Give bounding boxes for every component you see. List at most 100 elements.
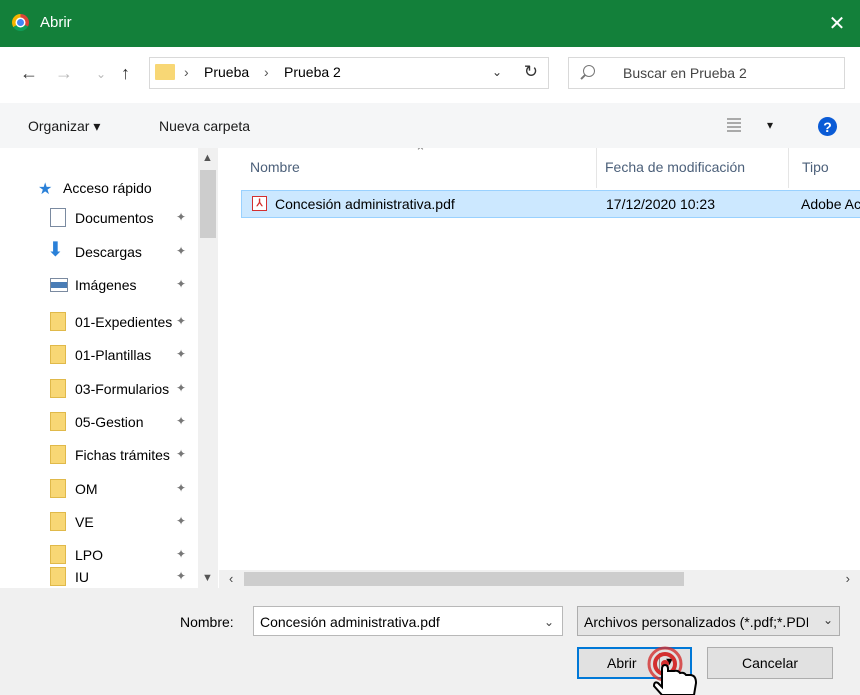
- file-row[interactable]: ⅄ Concesión administrativa.pdf 17/12/202…: [241, 190, 860, 218]
- sidebar-item-label: Fichas trámites: [75, 447, 170, 463]
- pin-icon: ✦: [176, 347, 187, 361]
- download-icon: ⬇: [47, 239, 64, 261]
- address-bar[interactable]: › Prueba › Prueba 2 ⌄ ↻: [149, 57, 549, 89]
- file-name-input[interactable]: Concesión administrativa.pdf ⌄: [253, 606, 563, 636]
- search-placeholder: Buscar en Prueba 2: [623, 65, 747, 81]
- recent-locations-button[interactable]: ⌄: [96, 67, 106, 81]
- hand-cursor-icon: [647, 646, 698, 695]
- pin-icon: ✦: [176, 481, 187, 495]
- pdf-icon: ⅄: [252, 196, 267, 211]
- close-button[interactable]: ✕: [814, 0, 860, 47]
- pin-icon: ✦: [176, 569, 187, 583]
- open-button-label: Abrir: [607, 655, 637, 671]
- help-button[interactable]: ?: [818, 117, 837, 136]
- scroll-left-icon[interactable]: ‹: [229, 571, 233, 586]
- sidebar-item-label: 01-Plantillas: [75, 347, 152, 363]
- sidebar-item-05-gestion[interactable]: 05-Gestion ✦: [0, 406, 200, 438]
- refresh-icon[interactable]: ↻: [524, 62, 538, 82]
- scroll-right-icon[interactable]: ›: [846, 571, 850, 586]
- sidebar-item-label: VE: [75, 514, 94, 530]
- address-dropdown-icon[interactable]: ⌄: [492, 65, 502, 79]
- sidebar-item-label: 05-Gestion: [75, 414, 144, 430]
- breadcrumb-prueba[interactable]: Prueba: [204, 64, 249, 80]
- sidebar-item-iu[interactable]: IU ✦: [0, 561, 200, 588]
- folder-icon: [50, 479, 66, 498]
- organize-button[interactable]: Organizar ▾: [28, 118, 100, 135]
- folder-icon: [50, 512, 66, 531]
- search-input[interactable]: Buscar en Prueba 2: [568, 57, 845, 89]
- chevron-down-icon[interactable]: ⌄: [818, 613, 833, 627]
- file-list[interactable]: ⌃ Nombre Fecha de modificación Tipo ⅄ Co…: [219, 148, 860, 570]
- sidebar-item-ve[interactable]: VE ✦: [0, 506, 200, 538]
- folder-icon: [50, 445, 66, 464]
- file-type: Adobe Acrobat Document: [801, 196, 860, 212]
- pin-icon: ✦: [176, 514, 187, 528]
- cancel-button-label: Cancelar: [741, 655, 799, 671]
- view-options-dropdown[interactable]: ▾: [767, 118, 773, 132]
- scroll-up-icon[interactable]: ▲: [202, 152, 213, 164]
- file-name-label: Nombre:: [180, 614, 234, 630]
- file-type-filter[interactable]: Archivos personalizados (*.pdf;*.PDF) ⌄: [577, 606, 840, 636]
- star-icon: ★: [38, 181, 53, 198]
- folder-icon: [50, 379, 66, 398]
- scroll-down-icon[interactable]: ▼: [202, 572, 213, 584]
- file-list-horizontal-scrollbar[interactable]: ‹ ›: [219, 570, 860, 588]
- sidebar-item-om[interactable]: OM ✦: [0, 473, 200, 505]
- column-header-type[interactable]: Tipo: [802, 159, 829, 175]
- file-name: Concesión administrativa.pdf: [275, 196, 455, 212]
- breadcrumb-prueba-2[interactable]: Prueba 2: [284, 64, 341, 80]
- document-icon: [50, 208, 66, 227]
- navigation-pane-scrollbar[interactable]: ▲ ▼: [198, 148, 218, 588]
- sidebar-item-imagenes[interactable]: Imágenes ✦: [0, 269, 200, 301]
- sidebar-item-label: OM: [75, 481, 98, 497]
- up-button[interactable]: ↑: [121, 63, 130, 84]
- sidebar-item-quick-access[interactable]: ★ Acceso rápido: [0, 178, 200, 202]
- scroll-thumb[interactable]: [200, 170, 216, 238]
- column-divider[interactable]: [596, 148, 597, 188]
- file-type-filter-value: Archivos personalizados (*.pdf;*.PDF): [584, 614, 808, 630]
- pin-icon: ✦: [176, 414, 187, 428]
- folder-icon: [50, 567, 66, 586]
- view-options-icon[interactable]: [727, 118, 741, 132]
- sidebar-item-label: IU: [75, 569, 89, 585]
- scroll-thumb[interactable]: [244, 572, 684, 586]
- new-folder-button[interactable]: Nueva carpeta: [159, 118, 250, 134]
- chrome-icon: [12, 14, 29, 31]
- sidebar-item-label: 01-Expedientes: [75, 314, 173, 330]
- sidebar-item-descargas[interactable]: ⬇ Descargas ✦: [0, 236, 200, 268]
- forward-button[interactable]: →: [55, 63, 73, 84]
- sidebar-item-label: 03-Formularios: [75, 381, 170, 397]
- window-title: Abrir: [40, 14, 72, 31]
- sort-ascending-icon: ⌃: [415, 148, 426, 159]
- folder-icon: [50, 345, 66, 364]
- sidebar-item-label: Descargas: [75, 244, 142, 260]
- navigation-pane[interactable]: ★ Acceso rápido Documentos ✦ ⬇ Descargas…: [0, 148, 219, 588]
- sidebar-item-01-plantillas[interactable]: 01-Plantillas ✦: [0, 339, 200, 371]
- sidebar-item-03-formularios[interactable]: 03-Formularios ✦: [0, 373, 200, 405]
- column-header-modified[interactable]: Fecha de modificación: [605, 159, 745, 175]
- breadcrumb-separator: ›: [184, 64, 189, 80]
- pin-icon: ✦: [176, 547, 187, 561]
- sidebar-item-label: Imágenes: [75, 277, 137, 293]
- pin-icon: ✦: [176, 210, 187, 224]
- chevron-down-icon[interactable]: ⌄: [544, 615, 554, 629]
- sidebar-item-fichas-tramites[interactable]: Fichas trámites ✦: [0, 439, 200, 471]
- pictures-icon: [50, 278, 68, 292]
- folder-icon: [155, 64, 175, 80]
- back-button[interactable]: ←: [20, 63, 38, 84]
- search-icon: [583, 65, 595, 77]
- column-headers: ⌃ Nombre Fecha de modificación Tipo: [219, 148, 860, 188]
- cancel-button[interactable]: Cancelar: [707, 647, 833, 679]
- column-divider[interactable]: [788, 148, 789, 188]
- pin-icon: ✦: [176, 244, 187, 258]
- pin-icon: ✦: [176, 447, 187, 461]
- sidebar-item-documentos[interactable]: Documentos ✦: [0, 202, 200, 234]
- pin-icon: ✦: [176, 277, 187, 291]
- sidebar-item-label: Documentos: [75, 210, 154, 226]
- breadcrumb-separator: ›: [264, 64, 269, 80]
- navigation-bar: ← → ⌄ ↑ › Prueba › Prueba 2 ⌄ ↻ Buscar e…: [0, 47, 860, 103]
- title-bar: Abrir ✕: [0, 0, 860, 47]
- sidebar-item-01-expedientes[interactable]: 01-Expedientes ✦: [0, 306, 200, 338]
- column-header-name[interactable]: Nombre: [250, 159, 300, 175]
- folder-icon: [50, 412, 66, 431]
